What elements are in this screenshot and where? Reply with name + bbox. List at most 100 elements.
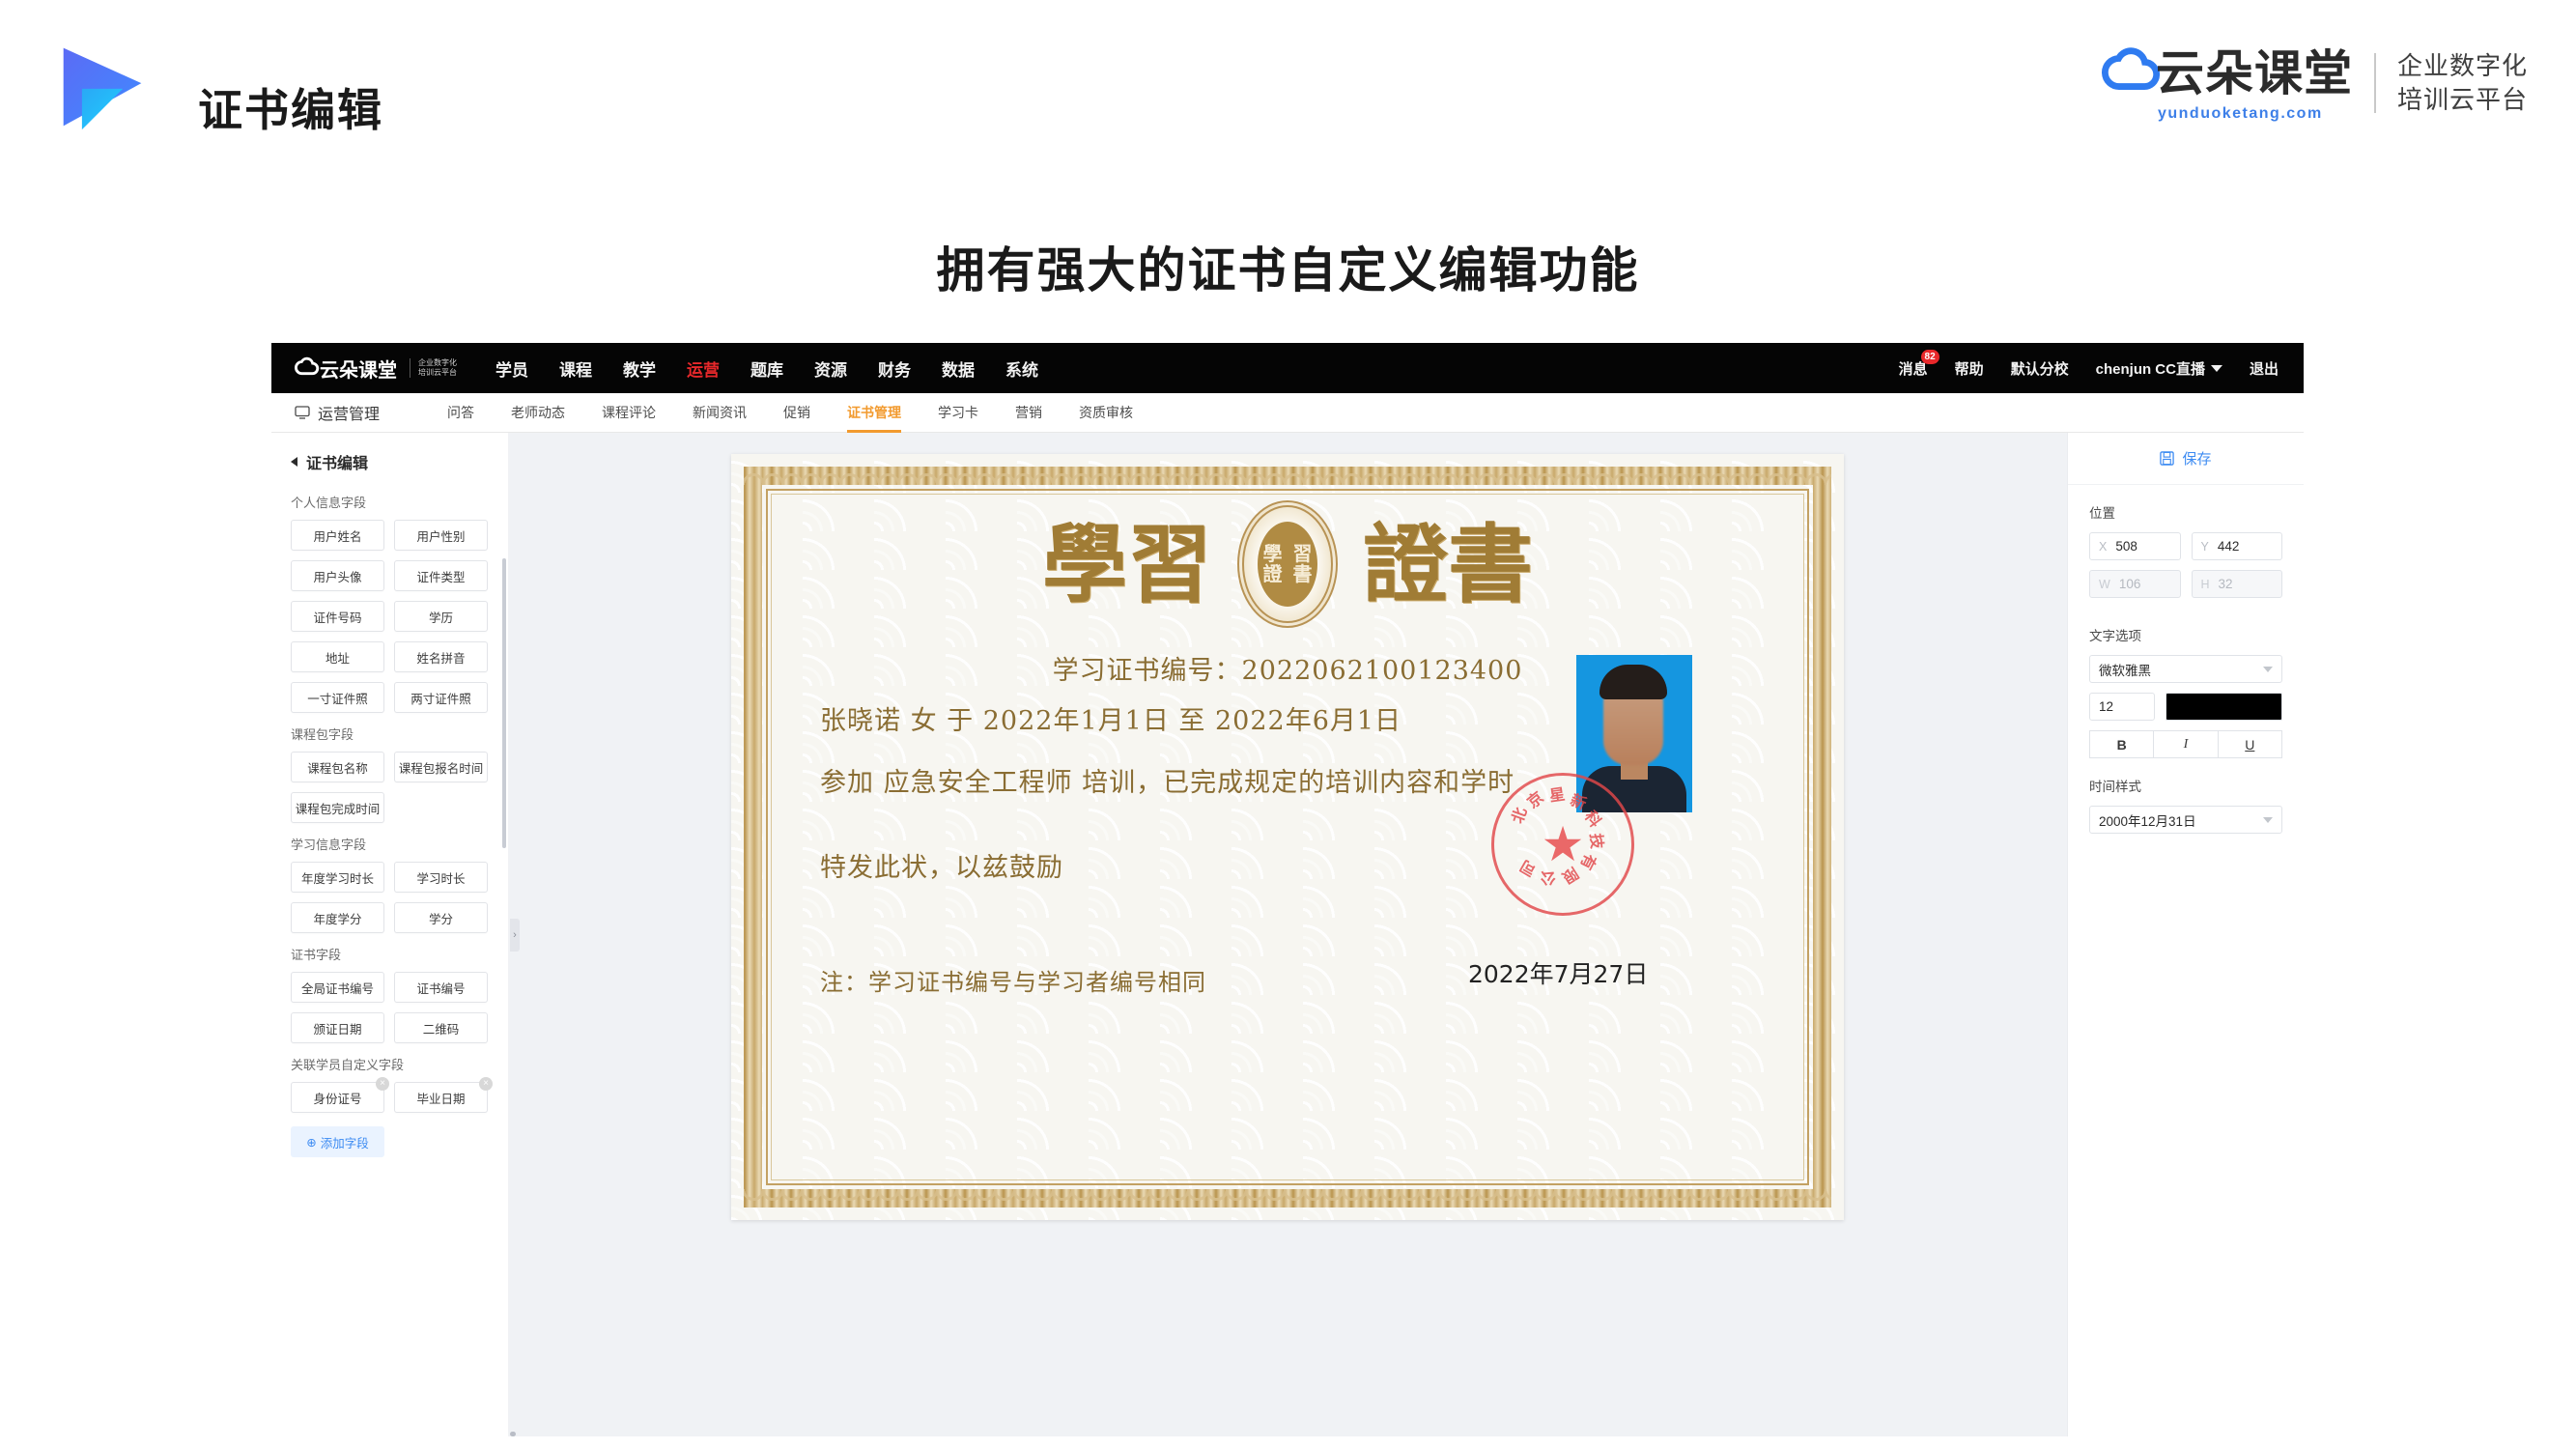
nav-item-data[interactable]: 数据: [942, 356, 975, 381]
field-package-complete-time[interactable]: 课程包完成时间: [291, 792, 384, 823]
logout-button[interactable]: 退出: [2250, 358, 2279, 379]
nav-item-operations[interactable]: 运营: [687, 356, 720, 381]
tab-course-reviews[interactable]: 课程评论: [602, 393, 656, 433]
field-education[interactable]: 学历: [394, 601, 488, 632]
font-color-swatch[interactable]: [2166, 693, 2282, 721]
certificate-title-right: 證書: [1363, 514, 1534, 614]
field-study-hours[interactable]: 学习时长: [394, 862, 488, 893]
field-address[interactable]: 地址: [291, 641, 384, 672]
nav-item-resources[interactable]: 资源: [814, 356, 847, 381]
certificate-body-line-1[interactable]: 张晓诺 女 于 2022年1月1日 至 2022年6月1日: [820, 699, 1401, 737]
field-user-avatar[interactable]: 用户头像: [291, 560, 384, 591]
remove-icon[interactable]: ×: [376, 1077, 389, 1091]
save-button[interactable]: 保存: [2068, 433, 2304, 485]
canvas-horizontal-scrollbar[interactable]: [508, 1432, 2067, 1436]
chevron-down-icon: [2263, 816, 2273, 823]
tab-qa[interactable]: 问答: [447, 393, 474, 433]
position-row-wh: W 106 H 32: [2089, 570, 2282, 598]
field-two-inch-photo[interactable]: 两寸证件照: [394, 682, 488, 713]
field-cert-no[interactable]: 证书编号: [394, 972, 488, 1003]
tab-promotions[interactable]: 促销: [783, 393, 810, 433]
section-heading: 拥有强大的证书自定义编辑功能: [936, 243, 1640, 298]
field-id-number[interactable]: 证件号码: [291, 601, 384, 632]
position-x-value: 508: [2115, 539, 2137, 554]
chevron-down-icon: [2210, 364, 2222, 372]
field-global-cert-no[interactable]: 全局证书编号: [291, 972, 384, 1003]
field-graduation-date[interactable]: 毕业日期 ×: [394, 1077, 493, 1113]
nav-item-students[interactable]: 学员: [495, 356, 528, 381]
stamp-character: 科: [1580, 807, 1605, 831]
size-w-input: W 106: [2089, 570, 2181, 598]
topbar-right-actions: 消息 82 帮助 默认分校 chenjun CC直播 退出: [1899, 343, 2279, 393]
certificate-body-line-3[interactable]: 特发此状，以兹鼓励: [820, 846, 1063, 884]
bold-button[interactable]: B: [2089, 730, 2155, 758]
italic-button[interactable]: I: [2153, 730, 2219, 758]
account-menu[interactable]: chenjun CC直播: [2096, 358, 2222, 379]
nav-item-teaching[interactable]: 教学: [623, 356, 656, 381]
nav-item-system[interactable]: 系统: [1005, 356, 1038, 381]
position-label: 位置: [2089, 506, 2115, 521]
topbar-sub-line-2: 培训云平台: [418, 368, 457, 377]
field-group-course-package: 课程包名称 课程包报名时间 课程包完成时间: [271, 752, 508, 823]
field-name-pinyin[interactable]: 姓名拼音: [394, 641, 488, 672]
tab-marketing[interactable]: 营销: [1015, 393, 1042, 433]
chevron-down-icon: [2263, 666, 2273, 672]
topbar-logo[interactable]: 云朵课堂 企业数字化 培训云平台: [295, 355, 457, 383]
field-id-card-no[interactable]: 身份证号 ×: [291, 1077, 389, 1113]
stamp-character: 星: [1547, 784, 1567, 806]
certificate-body-line-2[interactable]: 参加 应急安全工程师 培训，已完成规定的培训内容和学时: [820, 761, 1514, 799]
certificate-title-row: 學習 學 習 證 書 證書: [731, 500, 1844, 628]
certificate-preview[interactable]: 學習 學 習 證 書 證書 学习证书编号：2022062100123400 张晓…: [731, 454, 1844, 1220]
field-package-name[interactable]: 课程包名称: [291, 752, 384, 782]
field-qr-code[interactable]: 二维码: [394, 1012, 488, 1043]
time-style-section: 时间样式 2000年12月31日: [2068, 758, 2304, 834]
position-y-key: Y: [2200, 539, 2209, 554]
group-title-personal: 个人信息字段: [291, 496, 367, 510]
branch-label[interactable]: 默认分校: [2011, 358, 2069, 379]
position-x-input[interactable]: X 508: [2089, 532, 2181, 560]
field-issue-date[interactable]: 颁证日期: [291, 1012, 384, 1043]
font-family-select[interactable]: 微软雅黑: [2089, 655, 2282, 683]
messages-button[interactable]: 消息 82: [1899, 349, 1939, 379]
field-annual-study-hours[interactable]: 年度学习时长: [291, 862, 384, 893]
field-package-enroll-time[interactable]: 课程包报名时间: [394, 752, 488, 782]
certificate-title-left: 學習: [1041, 514, 1212, 614]
remove-icon[interactable]: ×: [479, 1077, 493, 1091]
app-body: 证书编辑 个人信息字段 用户姓名 用户性别 用户头像 证件类型 证件号码 学历 …: [271, 433, 2304, 1436]
font-size-input[interactable]: 12: [2089, 693, 2155, 721]
group-title-study-info: 学习信息字段: [291, 838, 367, 852]
sidebar-scrollbar[interactable]: [502, 558, 506, 848]
position-y-input[interactable]: Y 442: [2191, 532, 2282, 560]
tab-study-card[interactable]: 学习卡: [938, 393, 978, 433]
tagline-line-1: 企业数字化: [2396, 50, 2528, 80]
field-user-name[interactable]: 用户姓名: [291, 520, 384, 551]
stamp-ring-text: 北京星新科技有限公司: [1494, 776, 1631, 913]
panel-collapse-handle[interactable]: ›: [510, 918, 520, 952]
help-button[interactable]: 帮助: [1955, 358, 1984, 379]
nav-item-finance[interactable]: 财务: [878, 356, 911, 381]
nav-item-courses[interactable]: 课程: [559, 356, 592, 381]
field-user-gender[interactable]: 用户性别: [394, 520, 488, 551]
field-one-inch-photo[interactable]: 一寸证件照: [291, 682, 384, 713]
certificate-issue-date[interactable]: 2022年7月27日: [1468, 955, 1648, 990]
add-field-button[interactable]: ⊕ 添加字段: [291, 1126, 384, 1157]
tab-certificate-management[interactable]: 证书管理: [847, 393, 902, 433]
logo-mark: 云朵课堂 yunduoketang.com: [2102, 43, 2353, 123]
add-field-label: 添加字段: [320, 1136, 369, 1151]
medallion-char-3: 證: [1262, 562, 1283, 585]
nav-item-question-bank[interactable]: 题库: [750, 356, 783, 381]
field-annual-credits[interactable]: 年度学分: [291, 902, 384, 933]
tab-teacher-updates[interactable]: 老师动态: [511, 393, 565, 433]
underline-button[interactable]: U: [2217, 730, 2282, 758]
time-style-select[interactable]: 2000年12月31日: [2089, 806, 2282, 834]
sidebar-back-header[interactable]: 证书编辑: [271, 450, 508, 473]
field-id-type[interactable]: 证件类型: [394, 560, 488, 591]
topbar-sub-line-1: 企业数字化: [418, 358, 457, 367]
tab-qualification-review[interactable]: 资质审核: [1079, 393, 1133, 433]
monitor-icon: [295, 406, 310, 419]
tab-news[interactable]: 新闻资讯: [693, 393, 747, 433]
messages-badge: 82: [1920, 349, 1939, 364]
field-credits[interactable]: 学分: [394, 902, 488, 933]
stamp-character: 北: [1508, 805, 1531, 826]
certificate-note[interactable]: 注：学习证书编号与学习者编号相同: [820, 963, 1206, 997]
